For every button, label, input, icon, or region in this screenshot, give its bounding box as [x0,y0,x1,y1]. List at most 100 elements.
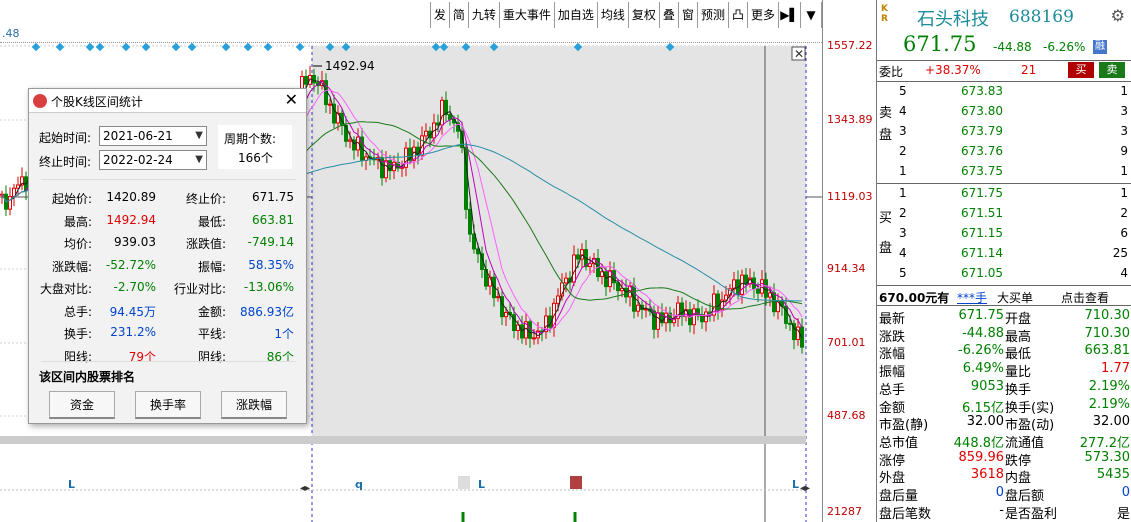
stat-value: -44.88 [962,325,1004,341]
close-icon[interactable]: ✕ [794,47,804,61]
candle-body [556,295,560,304]
bottom-marker[interactable]: L [792,478,799,491]
stat-value: 859.96 [958,449,1005,465]
stat-label: 是否盈利 [1005,506,1058,522]
stats-row: 最新 671.75 开盘 710.30 [877,307,1131,327]
price: 673.80 [961,104,1003,118]
price: 671.05 [961,266,1003,280]
candle-body [680,302,684,318]
range-handle-icon[interactable]: ◂▸ [300,483,310,494]
divider [877,285,1131,286]
sell-button[interactable]: 卖 [1099,62,1125,78]
event-badge [492,476,500,489]
rank-by-change-button[interactable]: 涨跌幅 [221,391,287,419]
toolbar-button[interactable]: ▶▌ [778,2,800,28]
bottom-marker[interactable]: L [68,478,75,491]
event-badge[interactable] [458,476,470,489]
toolbar-button[interactable]: 预测 [696,2,728,28]
event-diamond-icon[interactable] [263,42,273,52]
toolbar-button[interactable]: 九转 [467,2,499,28]
order-book-row[interactable]: 2 671.51 2 [877,205,1131,223]
volume: 3 [1120,124,1128,138]
level: 4 [899,246,907,260]
stock-name[interactable]: 石头科技 [917,5,989,31]
stats-row: 市盈(静) 32.00 市盈(动) 32.00 [877,413,1131,433]
buy-button[interactable]: 买 [1068,62,1094,78]
level: 5 [899,84,907,98]
candle-body [304,76,308,85]
bottom-marker[interactable]: q [355,478,363,491]
event-diamond-icon[interactable] [295,42,305,52]
candle-body [312,74,316,84]
kline-range-stats-dialog[interactable]: 个股K线区间统计 ✕ 起始时间: 2021-06-21 ▼ 终止时间: 2022-… [28,88,307,424]
event-diamond-icon[interactable] [171,42,181,52]
order-book-row[interactable]: 3 671.15 6 [877,225,1131,243]
candle-body [496,296,500,299]
stat-label: 终止价: [185,192,226,206]
stats-row: 涨跌 -44.88 最高 710.30 [877,325,1131,345]
level: 4 [899,104,907,118]
order-book-row[interactable]: 5 671.05 4 [877,265,1131,283]
stat-value: 6.49% [962,361,1004,377]
stock-code[interactable]: 688169 [1009,7,1074,27]
candle-body [440,99,444,126]
divider [877,305,1131,306]
price: 673.83 [961,84,1003,98]
rank-by-turnover-button[interactable]: 换手率 [135,391,201,419]
order-book-row[interactable]: 4 671.14 25 [877,245,1131,263]
order-book-row[interactable]: 2 673.76 9 [877,143,1131,161]
stats-row: 金额 6.15亿 换手(实) 2.19% [877,396,1131,416]
toolbar-button[interactable]: 均线 [596,2,628,28]
toolbar-button[interactable]: 发 [429,2,449,28]
toolbar-button[interactable]: 窗 [677,2,697,28]
close-icon[interactable]: ✕ [285,90,298,109]
event-diamond-icon[interactable] [55,42,65,52]
level: 2 [899,206,907,220]
event-diamond-icon[interactable] [85,42,95,52]
view-link[interactable]: 点击查看 [1061,289,1109,306]
end-time-select[interactable]: 2022-02-24 ▼ [99,150,207,170]
stat-value: 231.2% [110,325,156,339]
stat-label: 换手: [63,327,92,341]
axis-label: 914.34 [827,262,866,275]
stats-row: 涨停 859.96 跌停 573.30 [877,449,1131,469]
event-diamond-icon[interactable] [243,42,253,52]
price-axis: 1557.22 1343.89 1119.03 914.34 701.01 48… [822,0,876,522]
stat-value: 5435 [1096,467,1130,483]
dialog-titlebar[interactable]: 个股K线区间统计 ✕ [29,89,306,113]
order-book-row[interactable]: 4 673.80 3 [877,103,1131,121]
gear-icon[interactable]: ⚙ [1111,6,1125,25]
toolbar-button[interactable]: 复权 [627,2,659,28]
event-diamond-icon[interactable] [221,42,231,52]
order-book-row[interactable]: 1 671.75 1 [877,185,1131,203]
rank-by-funds-button[interactable]: 资金 [49,391,115,419]
stat-value: 2.19% [1088,396,1130,412]
candle-body [764,279,768,298]
event-diamond-icon[interactable] [141,42,151,52]
order-book-row[interactable]: 3 673.79 3 [877,123,1131,141]
toolbar-button[interactable]: 更多 [746,2,778,28]
start-time-select[interactable]: 2021-06-21 ▼ [99,126,207,146]
range-handle-icon[interactable]: ◂▸ [800,483,810,494]
event-diamond-icon[interactable] [121,42,131,52]
dialog-title: 个股K线区间统计 [51,95,143,109]
toolbar-button[interactable]: 简 [448,2,468,28]
price: 673.79 [961,124,1003,138]
toolbar-button[interactable]: 叠 [658,2,678,28]
toolbar-button[interactable]: ▼ [800,2,822,28]
stat-value: -749.14 [247,235,294,249]
big-order-bar[interactable]: 670.00元有 ***手 大买单 点击查看 [877,288,1131,306]
toolbar-button[interactable]: 重大事件 [498,2,554,28]
bottom-marker[interactable]: L [478,478,485,491]
toolbar-button[interactable]: 加自选 [553,2,597,28]
order-book-row[interactable]: 5 673.83 1 [877,83,1131,101]
event-diamond-icon[interactable] [187,42,197,52]
event-diamond-icon[interactable] [31,42,41,52]
stat-label: 涨跌幅: [51,259,92,274]
event-badge[interactable] [570,476,582,489]
toolbar-button[interactable]: 凸 [727,2,747,28]
order-book-row[interactable]: 1 673.75 1 [877,163,1131,181]
stat-label: 盘后笔数 [879,506,932,522]
stat-value: 1.77 [1101,361,1130,377]
event-diamond-icon[interactable] [95,42,105,52]
